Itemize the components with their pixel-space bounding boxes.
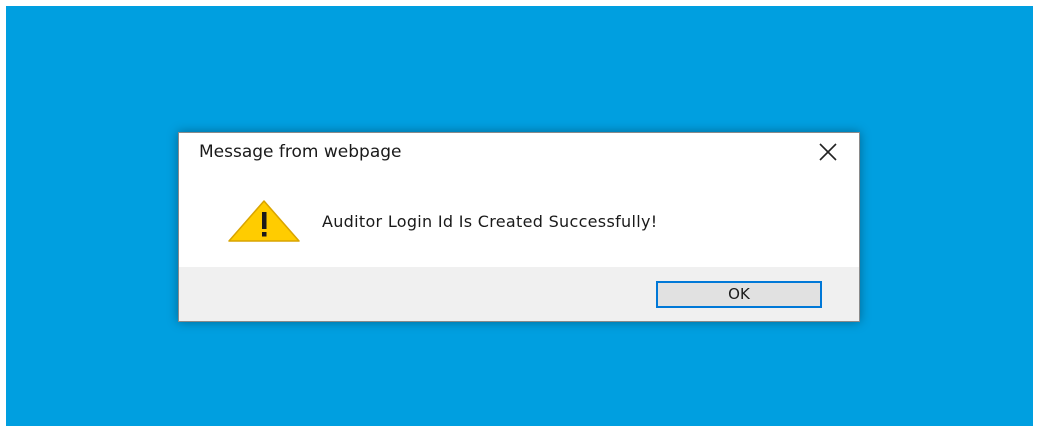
- dialog-message: Auditor Login Id Is Created Successfully…: [322, 212, 658, 231]
- dialog-content: Auditor Login Id Is Created Successfully…: [179, 173, 859, 269]
- close-icon: [819, 143, 837, 161]
- dialog-title: Message from webpage: [199, 142, 402, 162]
- ok-button[interactable]: OK: [656, 281, 822, 308]
- dialog-titlebar: Message from webpage: [179, 133, 859, 173]
- dialog-footer: OK: [179, 267, 859, 321]
- desktop-background: Message from webpage Auditor Login Id Is…: [6, 6, 1033, 426]
- close-button[interactable]: [815, 141, 841, 163]
- message-dialog: Message from webpage Auditor Login Id Is…: [178, 132, 860, 322]
- warning-icon: [227, 199, 301, 243]
